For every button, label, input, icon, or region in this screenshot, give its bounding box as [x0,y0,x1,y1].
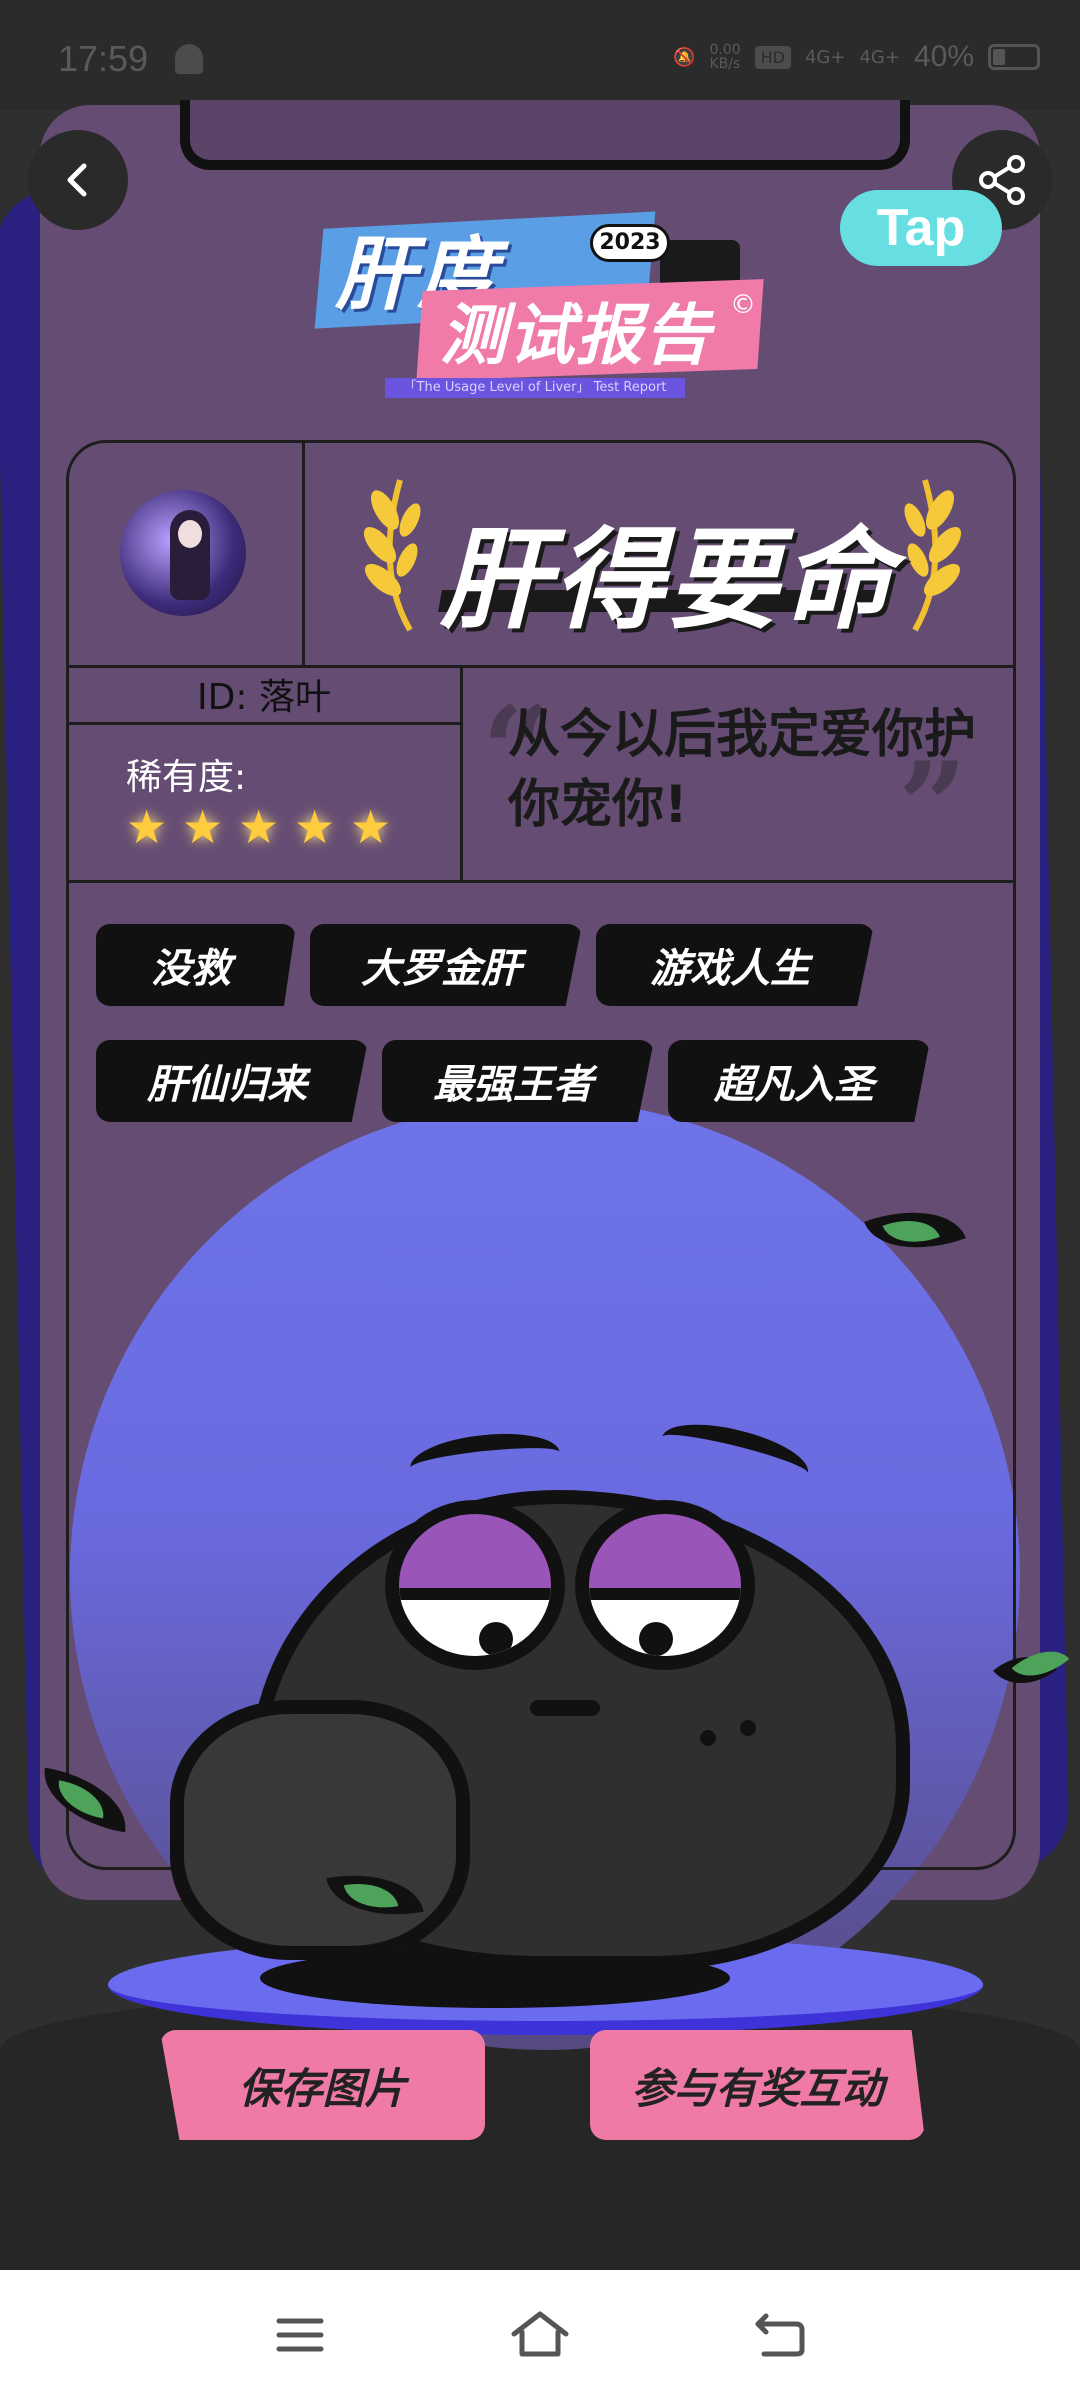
panel-divider [66,880,1016,883]
home-button[interactable] [480,2285,600,2385]
logo-subtitle: 「The Usage Level of Liver」 Test Report [385,378,685,398]
tag: 游戏人生 [596,924,874,1006]
monster-mouth [530,1700,600,1716]
tag: 肝仙归来 [96,1040,368,1122]
tap-logo: Tap [840,190,1002,266]
result-title: 肝得要命 [440,516,896,644]
star-icon: ★ [238,800,280,854]
tag-row: 没救 大罗金肝 游戏人生 [96,924,996,1006]
laurel-left-icon [363,479,421,632]
notification-icon [175,44,203,74]
tag-row: 肝仙归来 最强王者 超凡入圣 [96,1040,996,1122]
join-event-button[interactable]: 参与有奖互动 [590,2030,925,2140]
back-button[interactable] [28,130,128,230]
logo-copyright: © [730,290,756,320]
star-icon: ★ [350,800,392,854]
save-image-button[interactable]: 保存图片 [160,2030,485,2140]
monster-eye [575,1500,755,1670]
monster-arm [170,1700,470,1960]
laurel-right-icon [904,479,962,632]
tag: 大罗金肝 [310,924,582,1006]
logo-year-badge: 2023 [590,224,670,262]
home-icon [511,2311,569,2357]
star-icon: ★ [182,800,224,854]
mute-icon: 🔕 [673,46,696,68]
user-id: ID: 落叶 [197,677,331,718]
logo-title-line2: 测试报告 [440,297,712,374]
star-icon: ★ [126,800,168,854]
star-icon: ★ [294,800,336,854]
status-indicators: 🔕 0.00 KB/s HD 4G+ 4G+ 40% [673,40,1040,74]
signal-icon: 4G+ [859,46,900,68]
monster-nostril [700,1730,716,1746]
battery-icon [988,44,1040,70]
tag: 没救 [96,924,296,1006]
recent-apps-button[interactable] [240,2285,360,2385]
status-time: 17:59 [58,38,149,79]
signal-icon: 4G+ [804,46,846,68]
tag: 最强王者 [382,1040,654,1122]
nav-back-button[interactable] [720,2285,840,2385]
panel-divider [66,722,462,725]
panel-divider [460,665,463,880]
hd-badge: HD [754,45,791,69]
rarity-label: 稀有度: [126,757,247,798]
panel-divider [302,440,305,665]
system-nav-bar [0,2270,1080,2400]
rarity-stars: ★ ★ ★ ★ ★ [126,800,394,854]
monster-eye [385,1500,565,1670]
result-quote: 从今以后我定爱你护你宠你! [508,705,977,835]
tag: 超凡入圣 [668,1040,930,1122]
avatar [120,490,246,616]
back-icon [755,2313,805,2357]
card-clip [180,100,910,170]
menu-icon [276,2318,324,2352]
chevron-left-icon [67,163,87,197]
monster-nostril [740,1720,756,1736]
status-bar: 17:59 🔕 0.00 KB/s HD 4G+ 4G+ 40% [0,0,1080,110]
tag-list: 没救 大罗金肝 游戏人生 肝仙归来 最强王者 超凡入圣 [96,924,996,1156]
battery-percent: 40% [913,40,974,73]
net-speed: 0.00 KB/s [709,42,741,72]
